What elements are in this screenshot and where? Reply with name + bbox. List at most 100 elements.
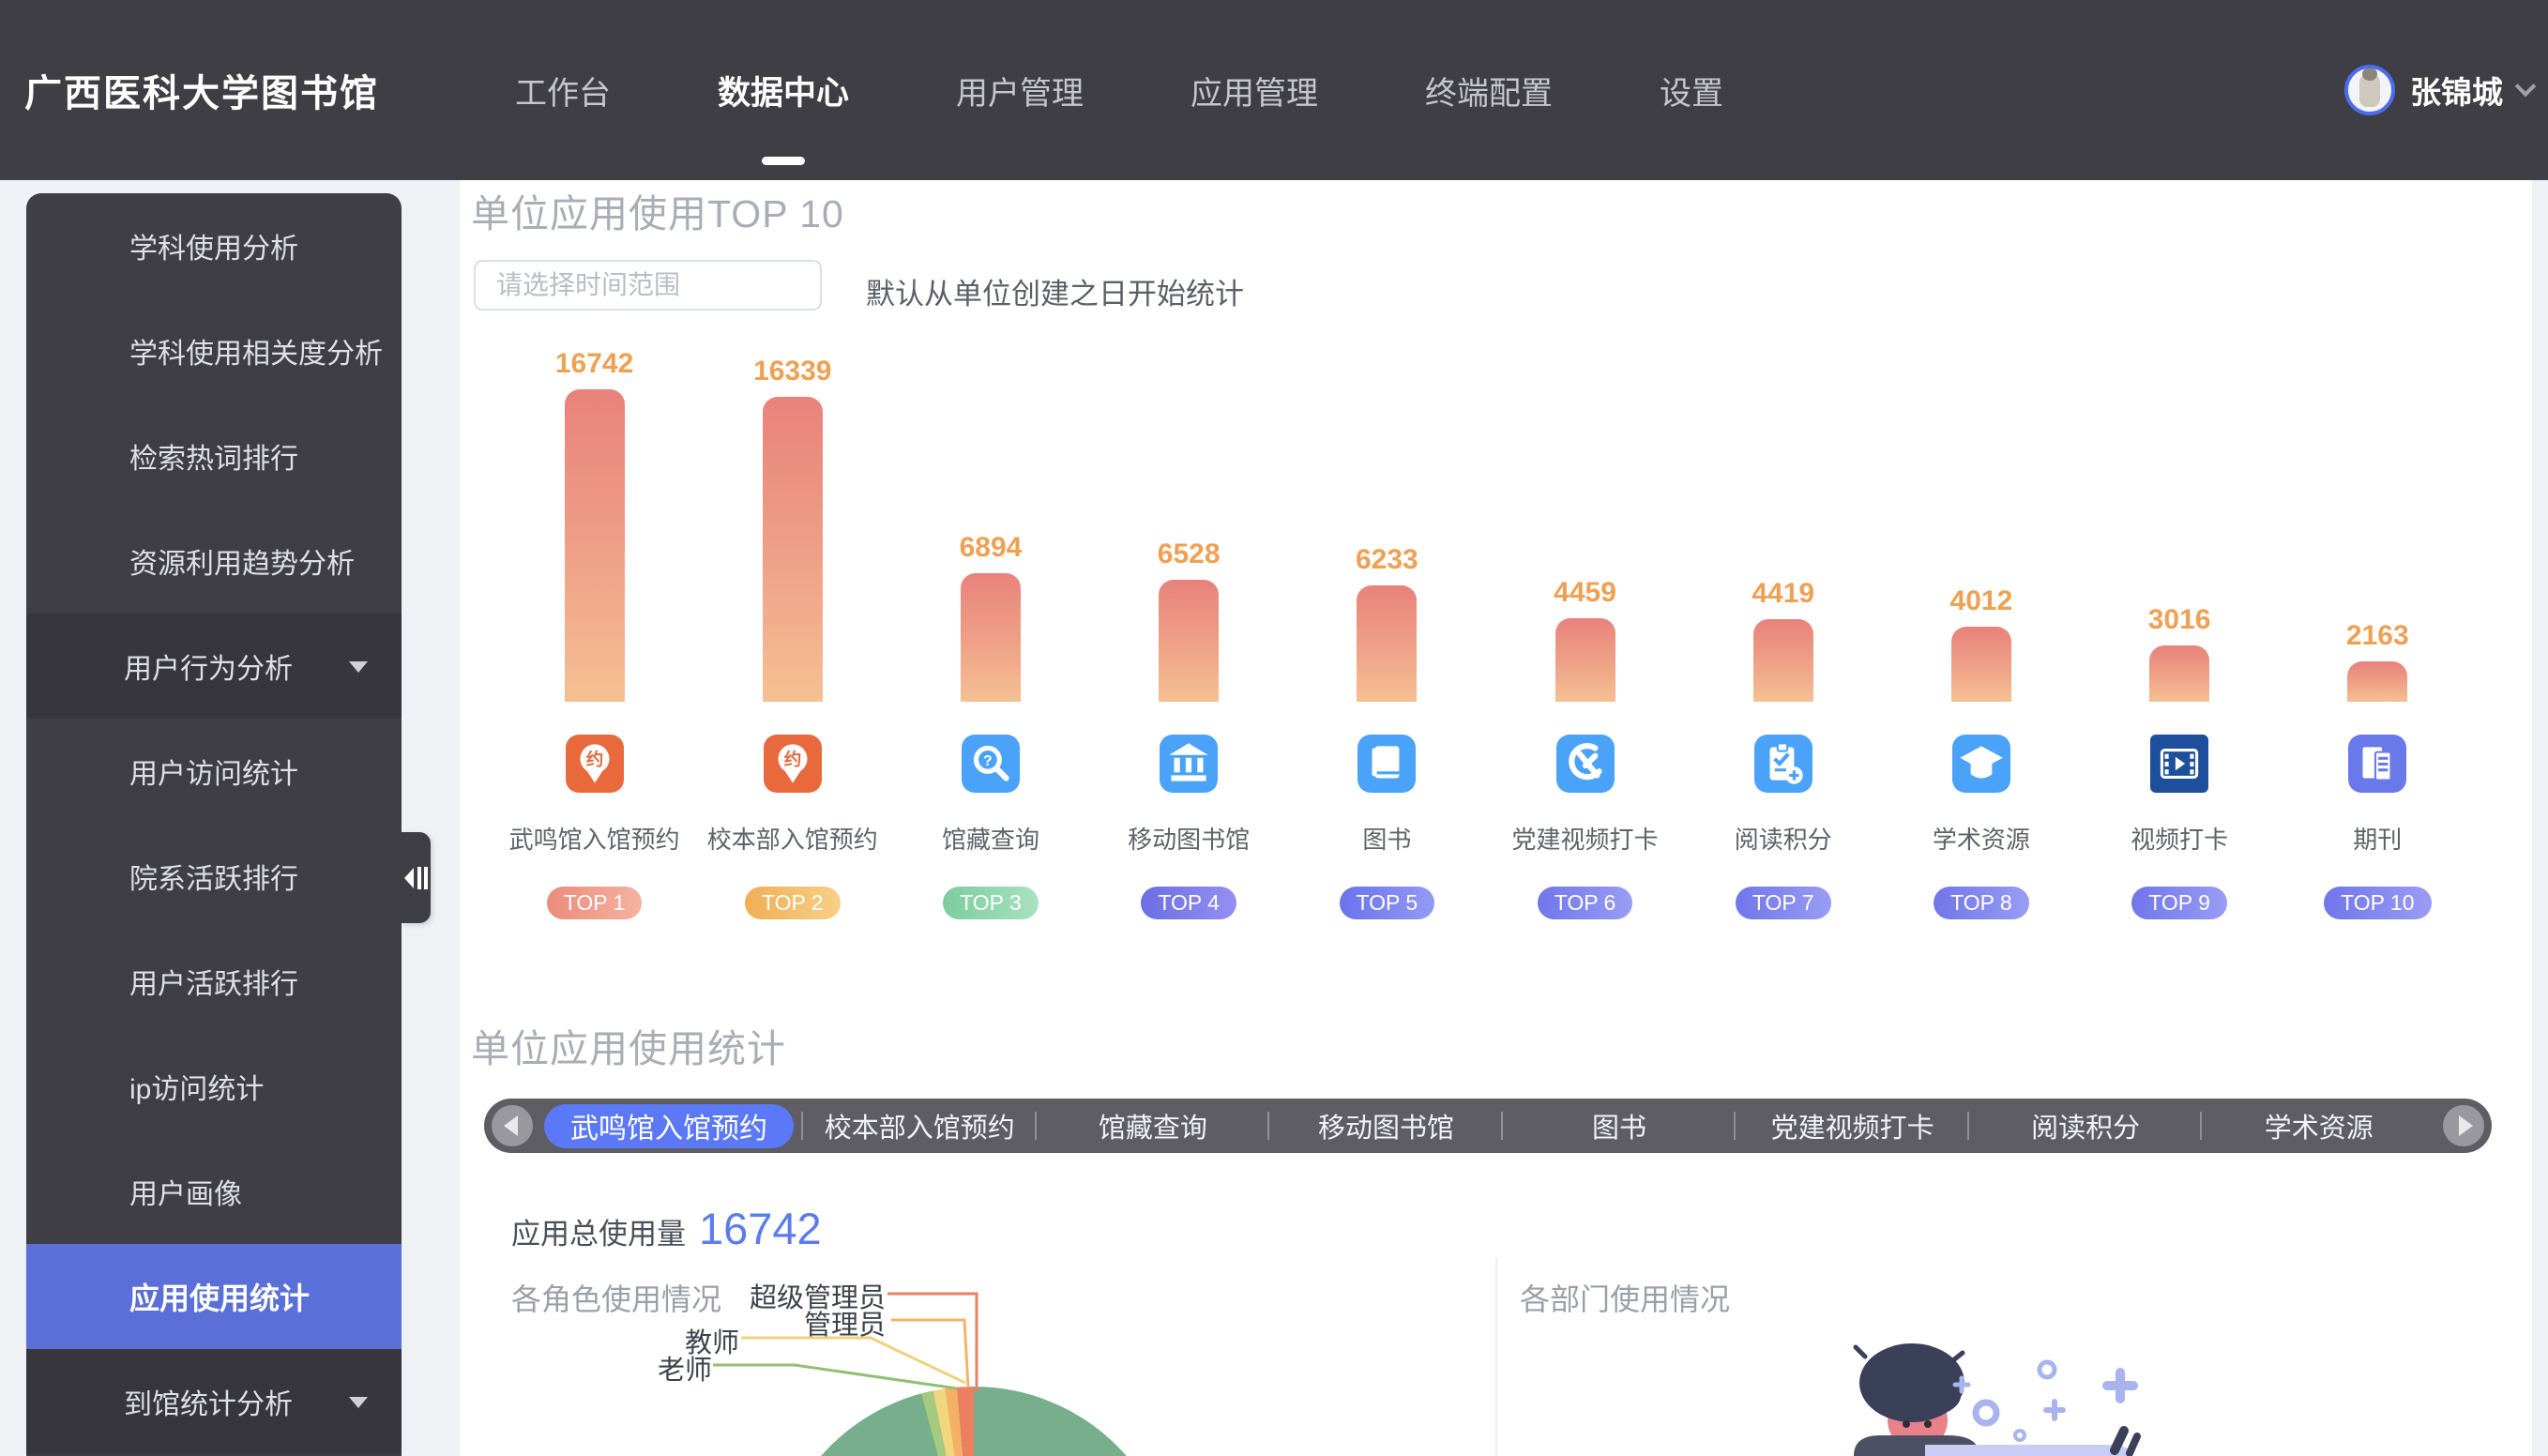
bar-value: 4459 (1554, 577, 1616, 609)
sidebar-item-subject-usage[interactable]: 学科使用分析 (26, 193, 402, 298)
sidebar-item-user-activity[interactable]: 用户活跃排行 (26, 929, 402, 1034)
sidebar-item-subject-relevance[interactable]: 学科使用相关度分析 (26, 298, 402, 403)
tabs-scroll-left-button[interactable] (484, 1099, 540, 1153)
date-range-picker[interactable] (474, 260, 822, 311)
tab-campus-reservation[interactable]: 校本部入馆预约 (803, 1099, 1037, 1153)
rank-badge: TOP 7 (1736, 887, 1831, 919)
app-label: 视频打卡 (2131, 821, 2228, 856)
tab-academic-resources[interactable]: 学术资源 (2202, 1099, 2435, 1153)
sidebar-item-faculty-activity[interactable]: 院系活跃排行 (26, 824, 402, 929)
bar (1951, 627, 2011, 702)
app-label: 移动图书馆 (1128, 821, 1250, 856)
bar-value: 4419 (1752, 578, 1814, 610)
rank-badge: TOP 6 (1538, 887, 1633, 919)
bar-value: 2163 (2346, 620, 2409, 652)
tabs-scroll-right-icon (2459, 1115, 2473, 1136)
total-usage-label: 应用总使用量 (511, 1210, 686, 1252)
top-header-bar: 广西医科大学图书馆 工作台 数据中心 用户管理 应用管理 终端配置 设置 张锦城 (0, 0, 2548, 180)
chart-column: 16742 约 武鸣馆入馆预约 TOP 1 (495, 328, 693, 919)
chart-column: 4419 阅读积分 TOP 7 (1684, 328, 1882, 919)
collapse-sidebar-icon (402, 860, 431, 896)
app-total-usage: 应用总使用量 16742 (511, 1203, 822, 1254)
rank-badge: TOP 9 (2131, 887, 2227, 919)
tab-party-video[interactable]: 党建视频打卡 (1736, 1099, 1969, 1153)
date-hint-text: 默认从单位创建之日开始统计 (866, 270, 1244, 312)
nav-item-app-management[interactable]: 应用管理 (1191, 0, 1318, 180)
tab-catalog-search[interactable]: 馆藏查询 (1037, 1099, 1270, 1153)
chart-column: 4459 党建视频打卡 TOP 6 (1486, 328, 1684, 919)
chevron-down-icon[interactable] (2515, 76, 2537, 98)
date-range-input[interactable] (496, 270, 835, 300)
bar-value: 6894 (960, 532, 1023, 564)
sidebar-item-ip-visits[interactable]: ip访问统计 (26, 1034, 402, 1139)
avatar[interactable] (2344, 65, 2395, 115)
tab-books[interactable]: 图书 (1503, 1099, 1737, 1153)
svg-text:约: 约 (585, 750, 603, 769)
graduation-cap-icon (1952, 735, 2010, 793)
bar-value: 16742 (555, 348, 633, 380)
chart-column: 3016 视频打卡 TOP 9 (2081, 328, 2279, 919)
catalog-search-icon: ? (962, 735, 1020, 793)
booking-pin-icon: 约 (764, 735, 822, 793)
nav-item-settings[interactable]: 设置 (1660, 0, 1723, 180)
tabs-scroll-left-icon (504, 1115, 518, 1136)
caret-down-icon (349, 661, 368, 673)
bar (2149, 645, 2209, 702)
tab-reading-points[interactable]: 阅读积分 (1969, 1099, 2203, 1153)
total-usage-value: 16742 (699, 1203, 822, 1254)
app-dashboard: { "header": { "logo": "广西医科大学图书馆", "nav"… (0, 0, 2548, 1456)
app-label: 期刊 (2353, 821, 2402, 856)
sidebar-group-label: 用户行为分析 (124, 645, 293, 687)
nav-item-user-management[interactable]: 用户管理 (956, 0, 1084, 180)
user-menu[interactable]: 张锦城 (2344, 0, 2533, 180)
bar-value: 16339 (753, 356, 831, 387)
svg-text:约: 约 (783, 750, 801, 769)
chart-column: 6233 图书 TOP 5 (1288, 328, 1486, 919)
chart-column: 6894 ? 馆藏查询 TOP 3 (891, 328, 1089, 919)
section-title-usage-stats: 单位应用使用统计 (471, 1017, 786, 1073)
book-icon (1357, 735, 1416, 793)
sidebar-item-app-usage-stats[interactable]: 应用使用统计 (26, 1244, 402, 1349)
rank-badge: TOP 2 (745, 887, 841, 919)
tab-mobile-library[interactable]: 移动图书馆 (1269, 1099, 1503, 1153)
caret-down-icon (349, 1397, 368, 1408)
sidebar-group-user-behavior[interactable]: 用户行为分析 (26, 614, 402, 719)
periodical-pages-icon (2348, 735, 2406, 793)
panel-divider (1495, 1257, 1497, 1456)
departments-chart-title: 各部门使用情况 (1520, 1276, 1730, 1319)
app-label: 阅读积分 (1735, 821, 1832, 856)
sidebar-item-user-profile[interactable]: 用户画像 (26, 1139, 402, 1244)
tab-wuming-reservation[interactable]: 武鸣馆入馆预约 (540, 1099, 803, 1153)
library-building-icon (1160, 735, 1218, 793)
sidebar-item-hot-search[interactable]: 检索热词排行 (26, 403, 402, 508)
rank-badge: TOP 3 (943, 887, 1039, 919)
nav-item-terminal-config[interactable]: 终端配置 (1425, 0, 1553, 180)
sidebar-item-user-visits[interactable]: 用户访问统计 (26, 719, 402, 824)
nav-item-workbench[interactable]: 工作台 (515, 0, 611, 180)
nav-item-data-center[interactable]: 数据中心 (718, 0, 849, 180)
pie-label-laoshi: 老师 (524, 1348, 712, 1388)
bar (763, 397, 823, 702)
video-film-icon (2150, 735, 2208, 793)
bar (1357, 585, 1417, 702)
selected-tab-pill: 武鸣馆入馆预约 (544, 1104, 794, 1148)
sidebar-group-visit-stats[interactable]: 到馆统计分析 (26, 1349, 402, 1454)
tabs-scroll-right-button[interactable] (2435, 1099, 2492, 1153)
rank-badge: TOP 4 (1141, 887, 1236, 919)
app-label: 馆藏查询 (942, 821, 1039, 856)
bar (565, 389, 625, 702)
rank-badge: TOP 8 (1934, 887, 2029, 919)
app-tab-bar: 武鸣馆入馆预约 校本部入馆预约 馆藏查询 移动图书馆 图书 党建视频打卡 阅读积… (484, 1099, 2492, 1153)
sidebar-collapse-handle[interactable] (402, 832, 431, 923)
top-navigation: 工作台 数据中心 用户管理 应用管理 终端配置 设置 (515, 0, 1723, 180)
rank-badge: TOP 5 (1340, 887, 1435, 919)
sidebar-item-resource-trend[interactable]: 资源利用趋势分析 (26, 508, 402, 614)
bar (2347, 661, 2407, 702)
bar (1159, 580, 1219, 702)
bar-value: 6233 (1356, 544, 1418, 576)
app-label: 校本部入馆预约 (707, 821, 878, 856)
app-label: 党建视频打卡 (1512, 821, 1659, 856)
svg-text:?: ? (983, 753, 992, 769)
rank-badge: TOP 10 (2324, 887, 2431, 919)
chart-column: 2163 期刊 TOP 10 (2279, 328, 2477, 919)
